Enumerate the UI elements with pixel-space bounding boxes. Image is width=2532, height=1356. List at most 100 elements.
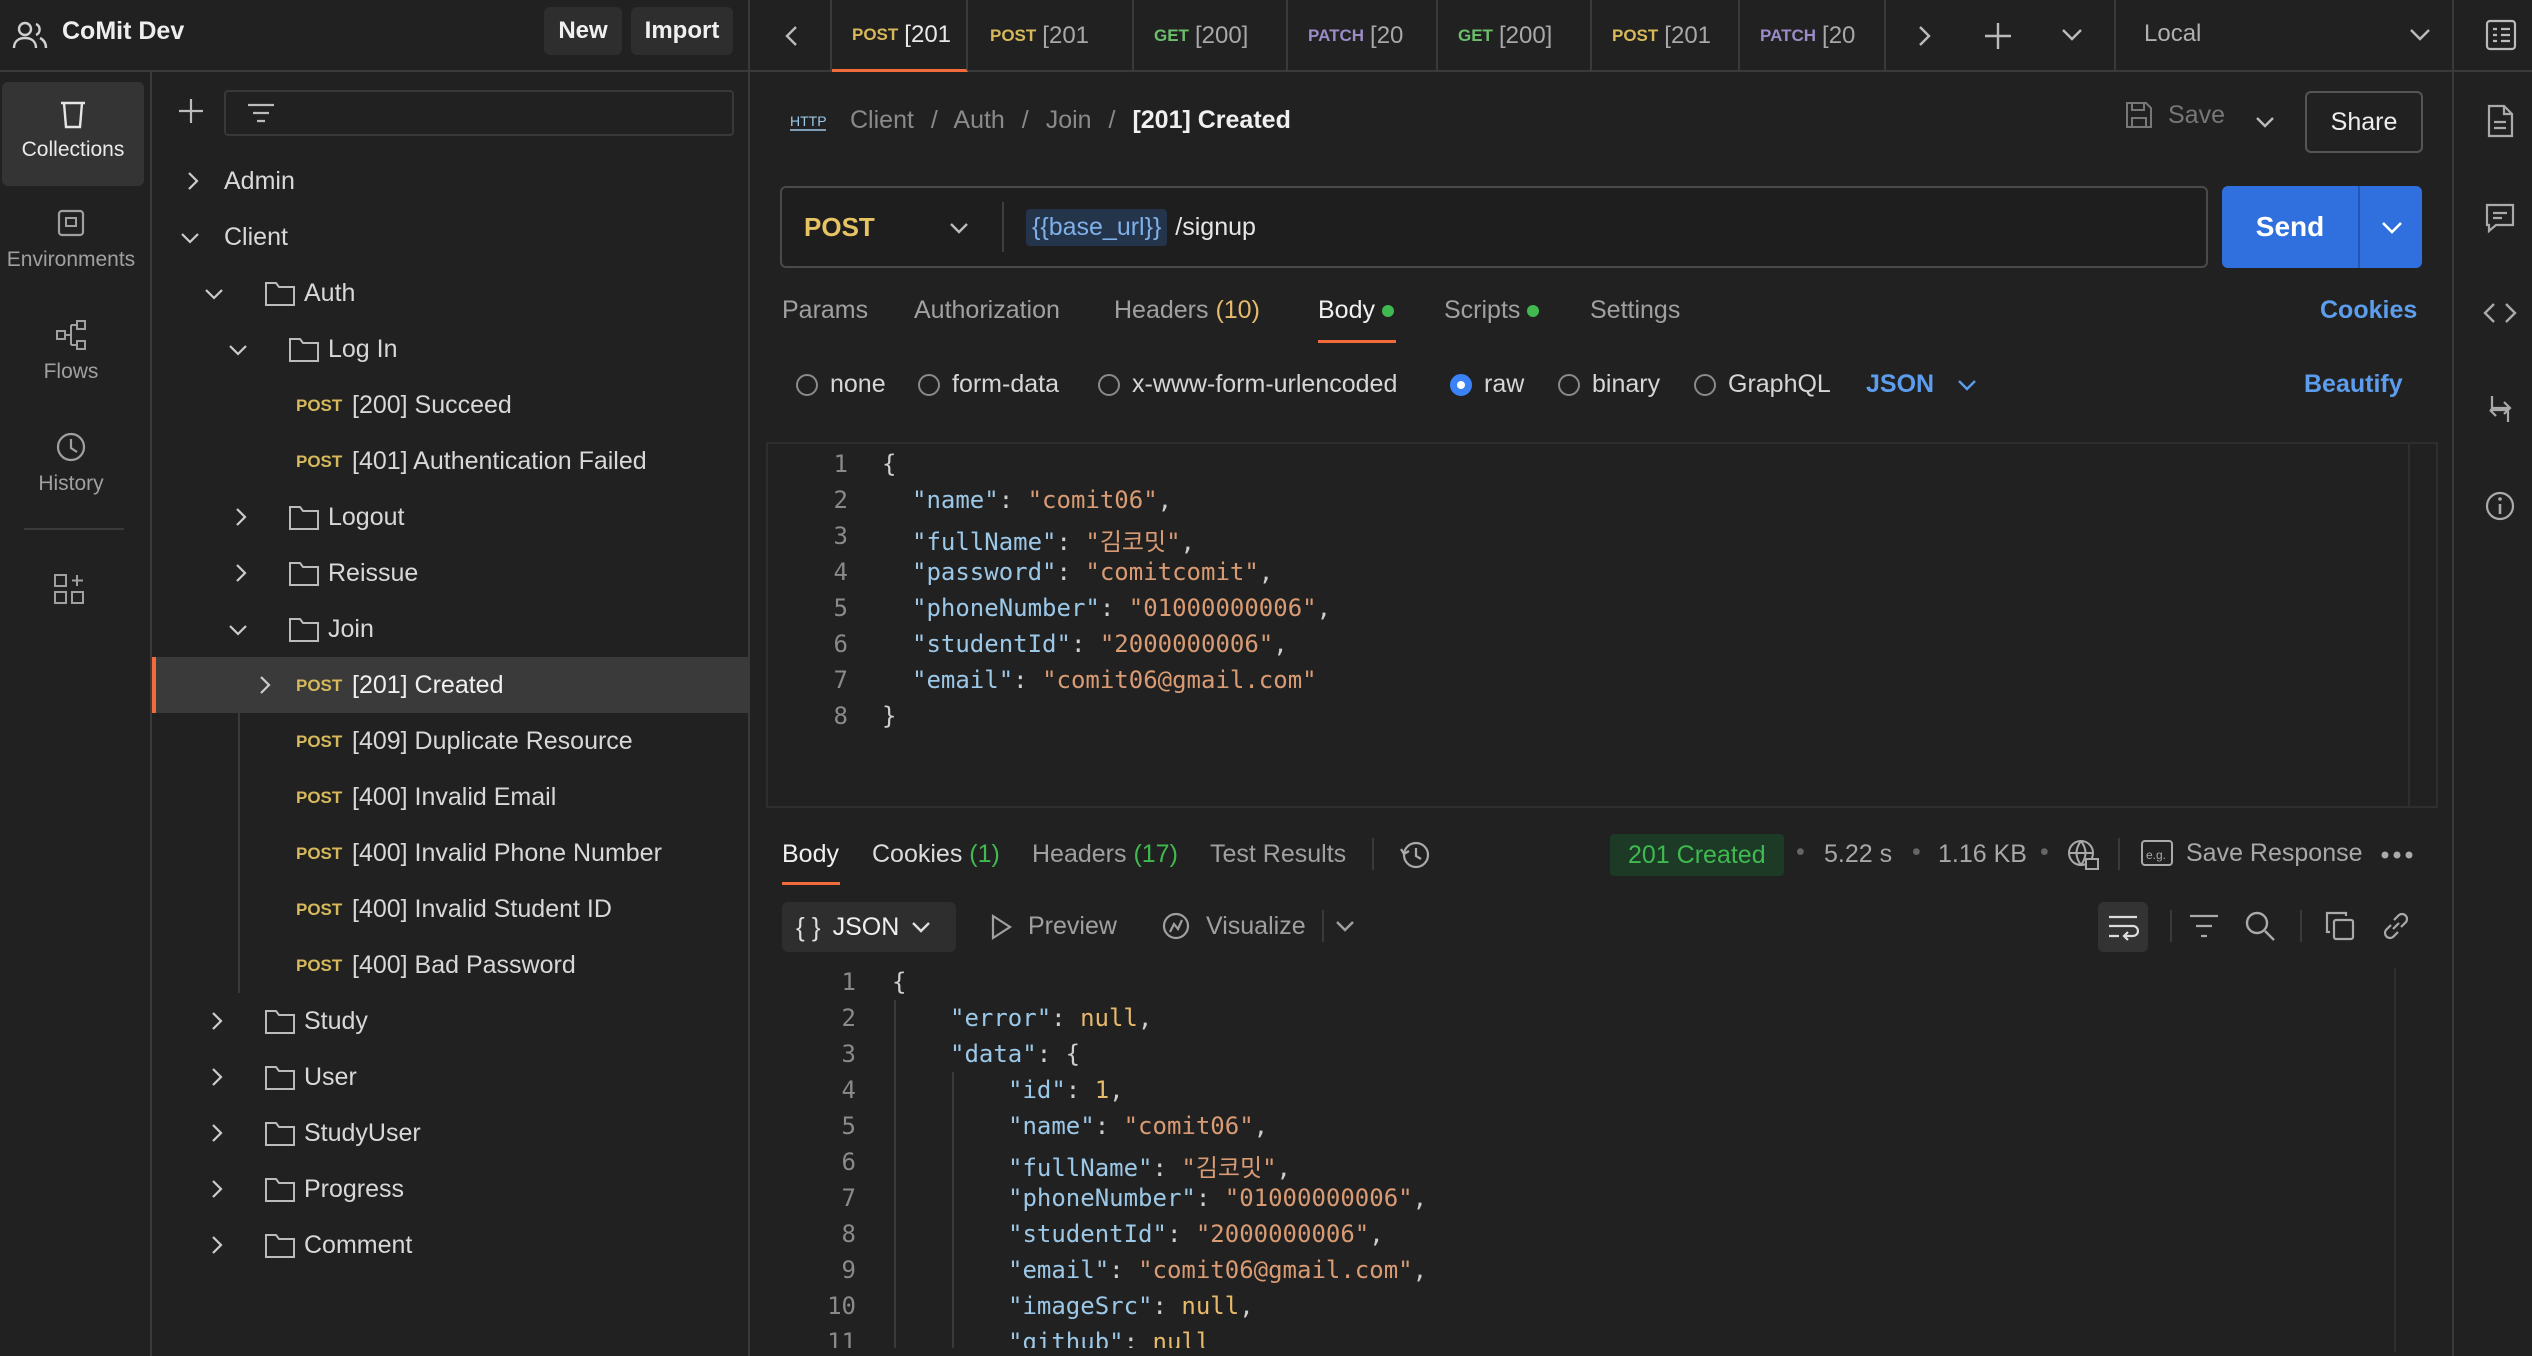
request-tab-6[interactable]: POST [201 [1592,0,1740,72]
tree-request-200-succeed[interactable]: POST [200] Succeed [152,377,748,433]
filter-input[interactable] [224,90,734,136]
breadcrumb-client[interactable]: Client [850,106,914,134]
tree-request-400-invalid-phone[interactable]: POST [400] Invalid Phone Number [152,825,748,881]
tree-item-reissue[interactable]: Reissue [152,545,748,601]
response-tab-body[interactable]: Body [782,840,839,869]
tab-body[interactable]: Body [1318,296,1394,325]
url-input[interactable]: {{base_url}} /signup [1026,202,2186,252]
link-icon[interactable] [2380,910,2412,942]
save-options-chevron-icon[interactable] [2254,114,2276,130]
share-button[interactable]: Share [2305,91,2423,153]
plus-icon[interactable] [1982,20,2014,52]
tree-item-studyuser[interactable]: StudyUser [152,1105,748,1161]
code-snippet-icon[interactable] [2482,298,2518,328]
search-icon[interactable] [2244,910,2276,942]
tab-scripts[interactable]: Scripts [1444,296,1540,325]
send-options-chevron-icon[interactable] [2380,220,2404,236]
request-tab-7[interactable]: PATCH [20 [1740,0,1886,72]
more-options-icon[interactable] [2380,850,2414,860]
tree-item-comment[interactable]: Comment [152,1217,748,1273]
chevron-down-icon[interactable] [2060,26,2084,44]
configure-sidebar-icon[interactable] [52,572,86,606]
radio-form-data[interactable]: form-data [918,370,1059,399]
response-tab-cookies[interactable]: Cookies (1) [872,840,1000,869]
response-time[interactable]: 5.22 s [1824,840,1892,869]
import-button[interactable]: Import [631,7,733,55]
response-tab-headers[interactable]: Headers (17) [1032,840,1178,869]
tabs-scroll-left[interactable] [752,0,832,72]
rail-environments[interactable]: Environments [0,192,142,296]
tab-settings[interactable]: Settings [1590,296,1680,325]
request-tab-4[interactable]: PATCH [20 [1288,0,1438,72]
tab-params[interactable]: Params [782,296,868,325]
rail-flows[interactable]: Flows [0,304,142,408]
body-format-select[interactable]: JSON [1866,370,1978,399]
tree-item-client[interactable]: Client [152,209,748,265]
radio-urlencoded[interactable]: x-www-form-urlencoded [1098,370,1397,399]
copy-icon[interactable] [2324,910,2356,942]
info-icon[interactable] [2484,490,2516,522]
documentation-icon[interactable] [2484,104,2516,138]
send-button[interactable]: Send [2222,186,2358,268]
breadcrumb-auth[interactable]: Auth [953,106,1004,134]
radio-none[interactable]: none [796,370,886,399]
tree-request-400-invalid-student-id[interactable]: POST [400] Invalid Student ID [152,881,748,937]
comments-icon[interactable] [2484,202,2516,234]
chevron-right-icon[interactable] [1914,24,1934,48]
response-scrollbar-track[interactable] [2394,968,2396,1352]
response-body-viewer[interactable]: 1 2 3 4 5 6 7 8 9 10 11 { "error": null,… [766,964,2396,1348]
tree-item-logout[interactable]: Logout [152,489,748,545]
request-tab-5[interactable]: GET [200] [1438,0,1592,72]
rail-history[interactable]: History [0,416,142,520]
radio-graphql[interactable]: GraphQL [1694,370,1831,399]
workspace-name[interactable]: CoMit Dev [62,17,184,46]
tab-authorization[interactable]: Authorization [914,296,1060,325]
response-size[interactable]: 1.16 KB [1938,840,2027,869]
tree-item-progress[interactable]: Progress [152,1161,748,1217]
preview-button[interactable]: Preview [988,912,1117,941]
tree-item-log-in[interactable]: Log In [152,321,748,377]
tree-item-study[interactable]: Study [152,993,748,1049]
tree-request-400-bad-password[interactable]: POST [400] Bad Password [152,937,748,993]
cookies-link[interactable]: Cookies [2320,296,2417,325]
history-icon[interactable] [1398,838,1432,872]
request-body-editor[interactable]: 1 2 3 4 5 6 7 8 { "name": "comit06", "fu… [766,442,2438,808]
tree-item-auth[interactable]: Auth [152,265,748,321]
response-tab-test-results[interactable]: Test Results [1210,840,1346,869]
new-button[interactable]: New [544,7,622,55]
tree-request-409-duplicate[interactable]: POST [409] Duplicate Resource [152,713,748,769]
tree-request-400-invalid-email[interactable]: POST [400] Invalid Email [152,769,748,825]
network-globe-icon[interactable] [2066,838,2100,872]
filter-icon[interactable] [2188,912,2220,940]
method-select[interactable]: POST [782,188,1002,266]
save-button[interactable]: Save [2124,100,2225,130]
radio-raw[interactable]: raw [1450,370,1524,399]
editor-scrollbar-track[interactable] [2408,444,2410,806]
save-response-button[interactable]: e.g. Save Response [2140,838,2363,868]
request-tab-3[interactable]: GET [200] [1134,0,1288,72]
json-string: "김코밋" [1085,528,1181,556]
tree-item-admin[interactable]: Admin [152,153,748,209]
tree-request-401-auth-failed[interactable]: POST [401] Authentication Failed [152,433,748,489]
visualize-button[interactable]: Visualize [1160,910,1306,942]
environment-quicklook-icon[interactable] [2484,18,2518,52]
plus-icon[interactable] [176,96,206,126]
radio-binary[interactable]: binary [1558,370,1660,399]
chevron-down-icon[interactable] [1334,918,1356,934]
breadcrumb-join[interactable]: Join [1046,106,1092,134]
tree-request-201-created[interactable]: POST [201] Created [152,657,748,713]
environment-selector[interactable]: Local [2114,0,2454,72]
tree-item-join[interactable]: Join [152,601,748,657]
rail-collections[interactable]: Collections [2,82,144,186]
page-title[interactable]: [201] Created [1132,106,1290,134]
tree-item-user[interactable]: User [152,1049,748,1105]
beautify-button[interactable]: Beautify [2304,370,2403,399]
status-badge[interactable]: 201 Created [1610,834,1784,876]
code-line: "data": { [950,1040,1081,1068]
request-tab-1[interactable]: POST [201 [832,0,968,72]
wrap-lines-toggle[interactable] [2098,902,2148,952]
related-collections-icon[interactable] [2484,392,2516,426]
tab-headers[interactable]: Headers (10) [1114,296,1260,325]
response-format-select[interactable]: { } JSON [782,902,956,952]
request-tab-2[interactable]: POST [201 [970,0,1134,72]
